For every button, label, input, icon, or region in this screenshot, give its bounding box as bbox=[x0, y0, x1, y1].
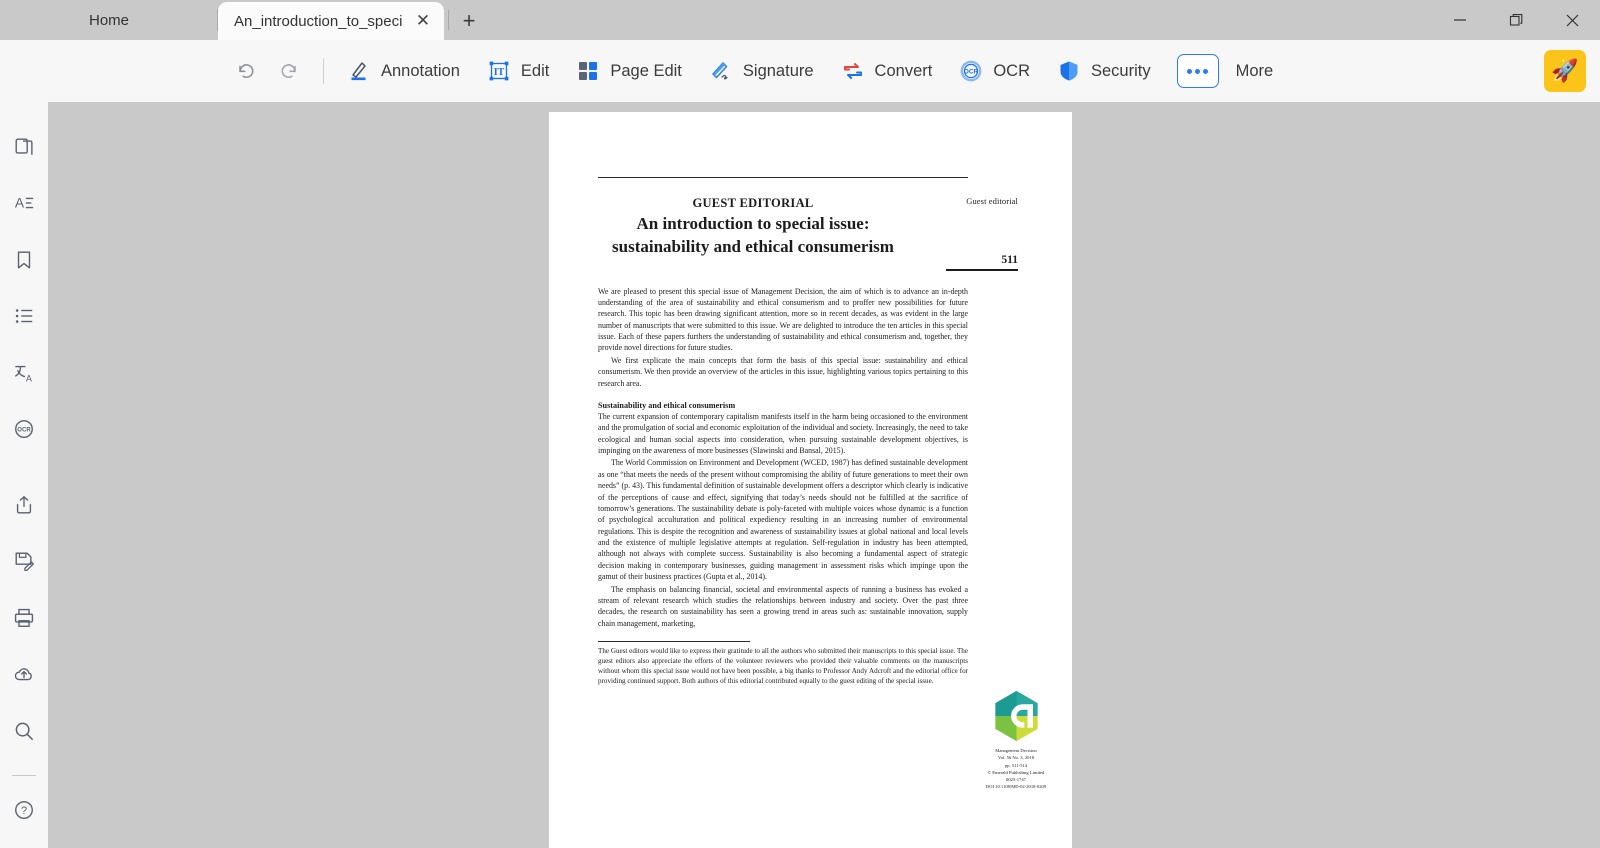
toolbar-more-label: More bbox=[1235, 61, 1274, 80]
pdf-viewer-canvas[interactable]: Guest editorial GUEST EDITORIAL An intro… bbox=[48, 102, 1600, 848]
sidebar-divider bbox=[12, 774, 36, 776]
document-content: Guest editorial GUEST EDITORIAL An intro… bbox=[598, 177, 1018, 686]
footnote-block: The Guest editors would like to express … bbox=[598, 646, 968, 686]
publisher-issn: 0025-1747 bbox=[1006, 776, 1026, 782]
shield-icon bbox=[1056, 58, 1082, 84]
toolbar-page-edit-label: Page Edit bbox=[610, 61, 682, 80]
tab-active-document[interactable]: An_introduction_to_speci... ✕ bbox=[218, 2, 444, 40]
sidebar-item-translate[interactable]: A bbox=[5, 354, 43, 392]
toolbar-page-edit[interactable]: Page Edit bbox=[567, 52, 694, 90]
toolbar-more[interactable]: More bbox=[1169, 48, 1286, 94]
publisher-copyright: © Emerald Publishing Limited bbox=[987, 769, 1045, 775]
toolbar-ocr[interactable]: OCR OCR bbox=[950, 52, 1042, 90]
document-body: We are pleased to present this special i… bbox=[598, 286, 968, 630]
close-tab-icon[interactable]: ✕ bbox=[412, 10, 434, 32]
page-number-rule bbox=[946, 269, 1018, 272]
toolbar-annotation-label: Annotation bbox=[381, 61, 460, 80]
running-head: Guest editorial bbox=[966, 196, 1018, 207]
minimize-icon[interactable] bbox=[1432, 0, 1488, 40]
toolbar-divider bbox=[323, 58, 324, 84]
toolbar-convert-label: Convert bbox=[874, 61, 933, 80]
sidebar-item-save-as[interactable] bbox=[5, 543, 43, 581]
footnote-rule bbox=[598, 641, 750, 643]
paragraph: The current expansion of contemporary ca… bbox=[598, 411, 968, 456]
title-bar: Home An_introduction_to_speci... ✕ + bbox=[0, 0, 1600, 40]
main-toolbar: Annotation IT Edit Page Edit Signature C… bbox=[0, 40, 1600, 102]
paragraph: The World Commission on Environment and … bbox=[598, 458, 968, 582]
tab-separator bbox=[448, 10, 449, 30]
toolbar-signature-label: Signature bbox=[742, 61, 814, 80]
toolbar-edit-label: Edit bbox=[520, 61, 550, 80]
svg-text:?: ? bbox=[21, 805, 27, 817]
sidebar-item-bookmarks[interactable] bbox=[5, 241, 43, 279]
header-rule bbox=[598, 177, 968, 179]
toolbar-convert[interactable]: Convert bbox=[832, 52, 945, 90]
page-number: 511 bbox=[1001, 254, 1018, 267]
convert-arrows-icon bbox=[840, 58, 866, 84]
publisher-volume: Vol. 56 No. 3, 2018 bbox=[997, 755, 1035, 761]
document-header: Guest editorial GUEST EDITORIAL An intro… bbox=[598, 196, 1018, 272]
svg-text:IT: IT bbox=[494, 67, 505, 78]
ellipsis-icon bbox=[1176, 54, 1219, 88]
publisher-journal: Management Decision bbox=[995, 748, 1037, 754]
undo-button[interactable] bbox=[225, 50, 267, 92]
page-title: An introduction to special issue: sustai… bbox=[612, 214, 894, 256]
toolbar-edit[interactable]: IT Edit bbox=[478, 52, 561, 90]
svg-text:A: A bbox=[26, 373, 33, 383]
rocket-upgrade-button[interactable]: 🚀 bbox=[1544, 50, 1586, 92]
restore-icon[interactable] bbox=[1488, 0, 1544, 40]
sidebar-item-outline[interactable] bbox=[5, 298, 43, 336]
close-icon[interactable] bbox=[1544, 0, 1600, 40]
svg-text:A: A bbox=[15, 196, 25, 211]
sidebar-item-text-tools[interactable]: A bbox=[5, 185, 43, 223]
redo-button[interactable] bbox=[267, 50, 309, 92]
article-kicker: GUEST EDITORIAL bbox=[692, 196, 814, 211]
ocr-badge-icon: OCR bbox=[958, 58, 984, 84]
pen-icon bbox=[346, 58, 372, 84]
new-tab-button[interactable]: + bbox=[451, 2, 487, 40]
pdf-page: Guest editorial GUEST EDITORIAL An intro… bbox=[549, 112, 1072, 848]
paragraph: We first explicate the main concepts tha… bbox=[598, 355, 968, 388]
left-sidebar: A A OCR ? bbox=[0, 102, 48, 848]
svg-text:OCR: OCR bbox=[964, 68, 979, 75]
sidebar-item-thumbnails[interactable] bbox=[5, 128, 43, 166]
sidebar-item-print[interactable] bbox=[5, 599, 43, 637]
section-heading: Sustainability and ethical consumerism bbox=[598, 400, 736, 410]
publisher-pages: pp. 511-514 bbox=[1004, 762, 1028, 768]
title-block: GUEST EDITORIAL An introduction to speci… bbox=[598, 196, 908, 258]
paragraph: We are pleased to present this special i… bbox=[598, 286, 968, 353]
tab-title: An_introduction_to_speci... bbox=[234, 12, 404, 30]
toolbar-signature[interactable]: Signature bbox=[700, 52, 826, 90]
signature-pen-icon bbox=[708, 58, 734, 84]
sidebar-item-share[interactable] bbox=[5, 486, 43, 524]
page-grid-icon bbox=[575, 58, 601, 84]
sidebar-item-search[interactable] bbox=[5, 712, 43, 750]
footnote-text: The Guest editors would like to express … bbox=[598, 647, 968, 686]
toolbar-security[interactable]: Security bbox=[1048, 52, 1163, 90]
sidebar-item-cloud-upload[interactable] bbox=[5, 656, 43, 694]
toolbar-security-label: Security bbox=[1091, 61, 1151, 80]
tab-home-label: Home bbox=[88, 11, 129, 29]
tab-home[interactable]: Home bbox=[0, 0, 218, 40]
window-controls bbox=[1432, 0, 1600, 40]
paragraph: The emphasis on balancing financial, soc… bbox=[598, 584, 968, 628]
text-edit-icon: IT bbox=[486, 58, 512, 84]
toolbar-ocr-label: OCR bbox=[993, 61, 1030, 80]
sidebar-item-ocr-panel[interactable]: OCR bbox=[5, 411, 43, 449]
toolbar-annotation[interactable]: Annotation bbox=[338, 52, 472, 90]
emerald-logo-icon bbox=[994, 691, 1038, 742]
sidebar-item-help[interactable]: ? bbox=[5, 791, 43, 829]
publisher-doi: DOI 10.1108/MD-02-2018-0209 bbox=[985, 783, 1047, 789]
svg-text:OCR: OCR bbox=[17, 428, 31, 434]
page-number-block: 511 bbox=[946, 254, 1018, 272]
publisher-block: Management Decision Vol. 56 No. 3, 2018 … bbox=[972, 690, 1060, 790]
